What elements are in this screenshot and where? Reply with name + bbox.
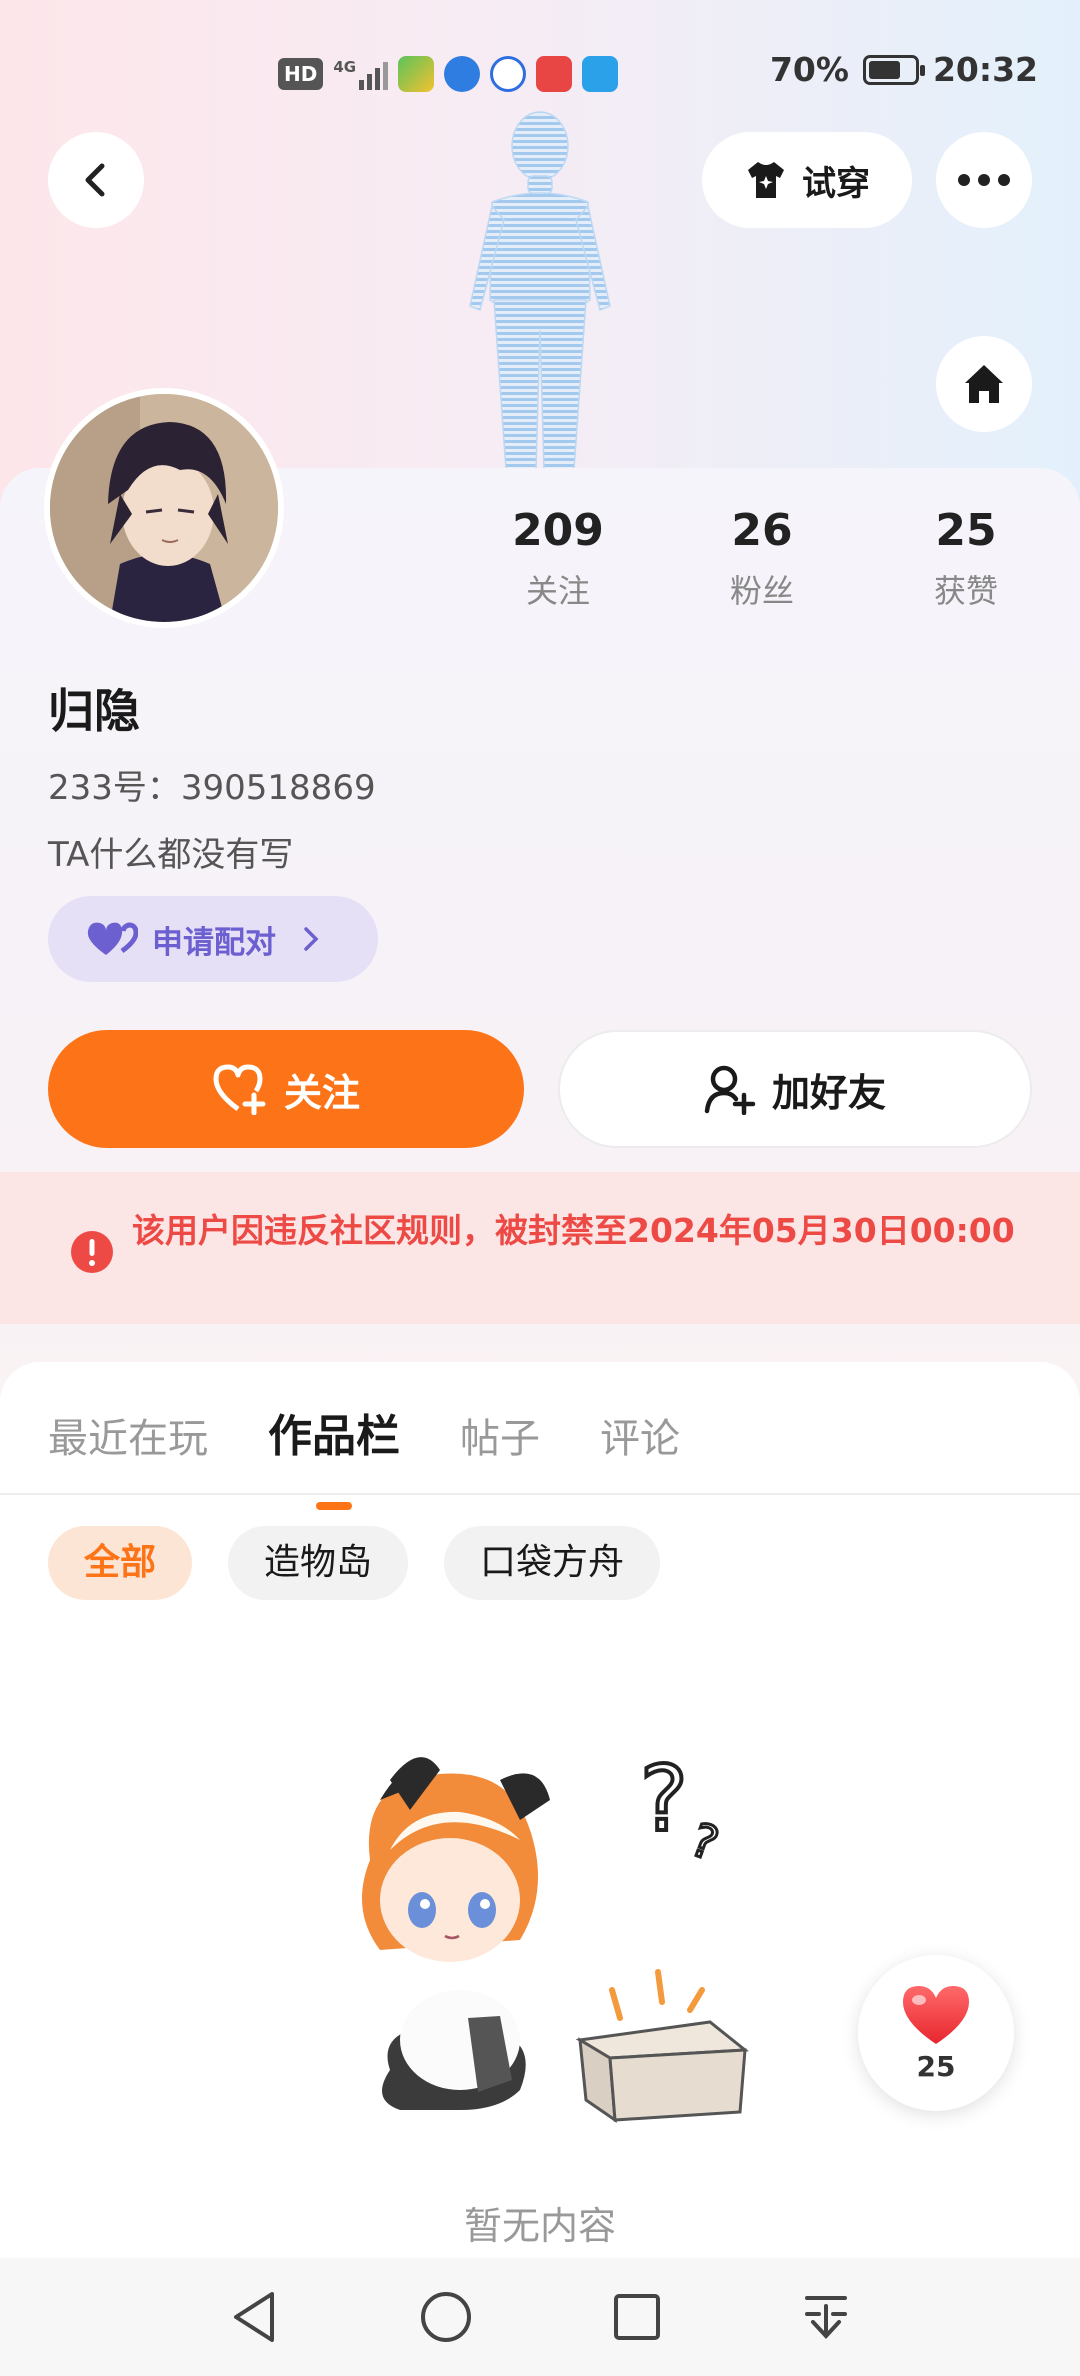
- baidu-notification-icon: [490, 56, 527, 92]
- nav-notification-pull-icon[interactable]: [801, 2292, 851, 2342]
- svg-text:?: ?: [640, 1747, 688, 1852]
- avatar-hologram-figure: [469, 111, 611, 470]
- tab-recent-play[interactable]: 最近在玩: [48, 1406, 208, 1464]
- user-id[interactable]: 233号：390518869: [48, 760, 376, 809]
- home-button[interactable]: [936, 336, 1032, 432]
- heart-plus-icon: [213, 1064, 266, 1115]
- stat-label: 关注: [525, 572, 590, 610]
- try-on-label: 试穿: [802, 163, 870, 204]
- follow-button[interactable]: 关注: [48, 1030, 524, 1148]
- ban-notice: 该用户因违反社区规则，被封禁至2024年05月30日00:00: [0, 1172, 1080, 1324]
- store-notification-icon: [582, 56, 619, 92]
- filter-all[interactable]: 全部: [48, 1526, 193, 1600]
- try-on-button[interactable]: 试穿: [702, 132, 912, 228]
- status-left: HD 4G: [278, 56, 619, 92]
- tab-comments[interactable]: 评论: [600, 1406, 680, 1464]
- user-bio: TA什么都没有写: [48, 835, 294, 875]
- profile-page: HD 4G 70% 20:32 试穿 209 关注 26 粉丝 25 获赞 归隐…: [0, 0, 1080, 2376]
- back-button[interactable]: [48, 132, 144, 228]
- signal-icon: 4G: [333, 58, 389, 90]
- reader-notification-icon: [536, 56, 573, 92]
- hd-badge: HD: [278, 58, 324, 90]
- nav-home-icon[interactable]: [419, 2290, 473, 2344]
- svg-text:?: ?: [684, 1812, 725, 1871]
- app-notification-icon: [398, 56, 435, 92]
- browser-notification-icon: [444, 56, 481, 92]
- empty-state-text: 暂无内容: [463, 2204, 616, 2248]
- more-button[interactable]: [936, 132, 1032, 228]
- stat-label: 获赞: [933, 572, 998, 610]
- filter-creation-island[interactable]: 造物岛: [228, 1526, 409, 1600]
- stat-following[interactable]: 209 关注: [478, 505, 638, 612]
- heart-icon: [903, 1985, 969, 2044]
- filter-chips: 全部 造物岛 口袋方舟: [48, 1526, 661, 1600]
- tab-works[interactable]: 作品栏: [268, 1400, 400, 1510]
- filter-pocket-ark[interactable]: 口袋方舟: [444, 1526, 661, 1600]
- clock: 20:32: [932, 50, 1038, 89]
- stat-followers[interactable]: 26 粉丝: [682, 505, 842, 612]
- like-count: 25: [916, 2049, 956, 2083]
- battery-icon: [862, 54, 925, 85]
- status-right: 70% 20:32: [770, 50, 1038, 89]
- battery-percent: 70%: [769, 50, 849, 89]
- chevron-right-icon: [304, 927, 319, 951]
- like-float-button[interactable]: 25: [858, 1955, 1014, 2111]
- stat-num: 26: [731, 505, 793, 556]
- apply-pair-button[interactable]: 申请配对: [48, 896, 378, 982]
- alert-icon: [71, 1231, 113, 1273]
- more-dots-icon: [958, 174, 1010, 186]
- profile-tabs: 最近在玩 作品栏 帖子 评论: [48, 1400, 680, 1510]
- home-icon: [965, 365, 1003, 403]
- stat-num: 25: [935, 505, 997, 556]
- stat-num: 209: [512, 505, 604, 556]
- add-friend-label: 加好友: [771, 1070, 886, 1115]
- add-user-icon: [704, 1065, 756, 1115]
- avatar-image: [50, 394, 278, 622]
- tab-posts[interactable]: 帖子: [460, 1406, 540, 1464]
- paired-hearts-icon: [87, 922, 138, 955]
- tab-divider: [0, 1493, 1080, 1495]
- apply-pair-label: 申请配对: [152, 924, 276, 961]
- nav-back-icon[interactable]: [230, 2290, 280, 2344]
- chevron-left-icon: [85, 163, 105, 197]
- user-name: 归隐: [48, 684, 140, 738]
- empty-state-illustration: ? ?: [362, 1745, 749, 2124]
- tshirt-icon: [748, 162, 784, 198]
- stat-label: 粉丝: [729, 572, 794, 610]
- system-nav-bar: [0, 2258, 1080, 2376]
- add-friend-button[interactable]: 加好友: [558, 1030, 1032, 1148]
- follow-label: 关注: [283, 1070, 360, 1115]
- ban-notice-text: 该用户因违反社区规则，被封禁至2024年05月30日00:00: [132, 1211, 1015, 1250]
- network-type: 4G: [333, 58, 357, 76]
- avatar[interactable]: [44, 388, 284, 628]
- stat-likes[interactable]: 25 获赞: [886, 505, 1046, 612]
- nav-recents-icon[interactable]: [612, 2292, 662, 2342]
